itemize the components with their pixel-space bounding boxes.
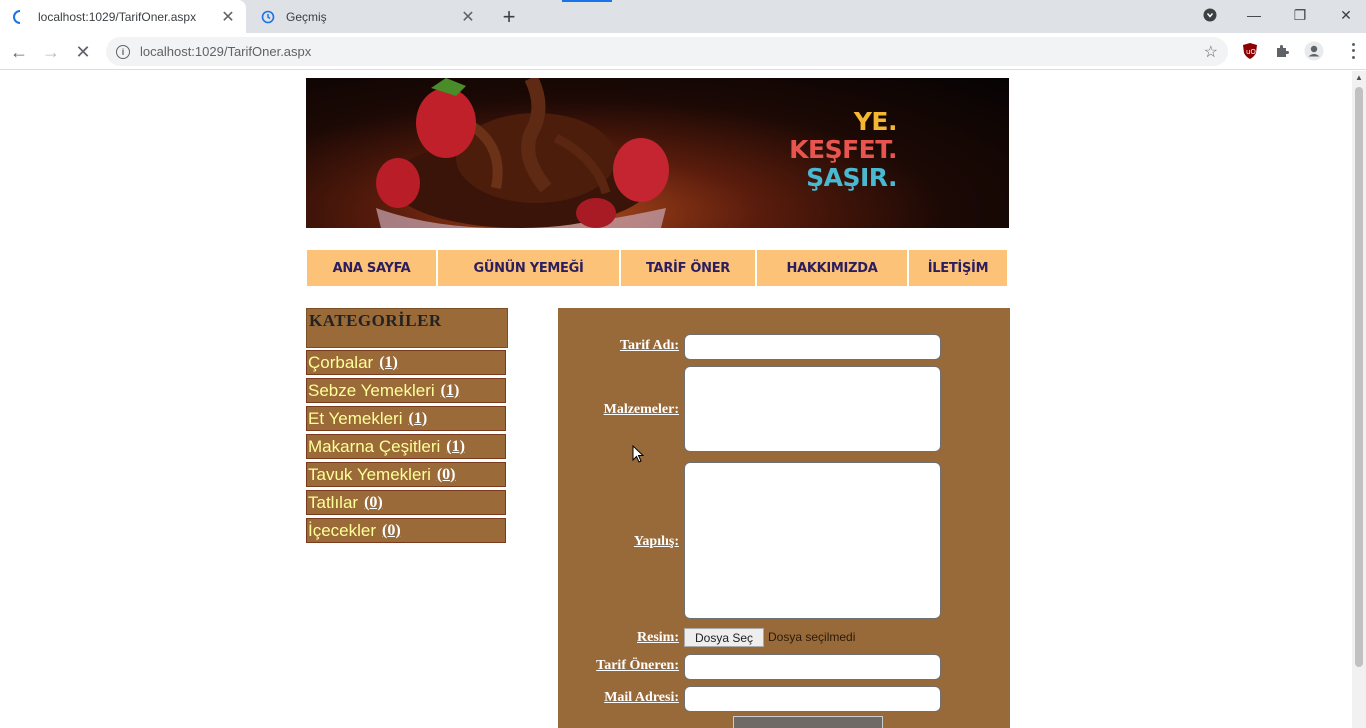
category-label[interactable]: İçecekler bbox=[308, 521, 376, 541]
menu-about[interactable]: HAKKIMIZDA bbox=[756, 249, 908, 287]
loading-spinner-icon bbox=[12, 9, 28, 25]
category-item[interactable]: Çorbalar (1) bbox=[306, 350, 506, 375]
category-item[interactable]: Makarna Çeşitleri (1) bbox=[306, 434, 506, 459]
browser-toolbar: ← → ✕ i localhost:1029/TarifOner.aspx ☆ … bbox=[0, 33, 1366, 70]
forward-icon[interactable]: → bbox=[37, 38, 65, 66]
browser-tab-bar: localhost:1029/TarifOner.aspx ✕ Geçmiş ✕… bbox=[0, 0, 1366, 33]
email-label: Mail Adresi: bbox=[604, 690, 679, 705]
address-bar[interactable]: i localhost:1029/TarifOner.aspx ☆ bbox=[106, 37, 1228, 66]
category-count[interactable]: (0) bbox=[382, 522, 401, 540]
preparation-textarea[interactable] bbox=[684, 462, 941, 619]
minimize-icon[interactable]: — bbox=[1234, 0, 1274, 30]
header-banner: YE. KEŞFET. ŞAŞIR. bbox=[306, 78, 1009, 228]
history-icon bbox=[260, 9, 276, 25]
email-input[interactable] bbox=[684, 686, 941, 712]
category-label[interactable]: Sebze Yemekleri bbox=[308, 381, 435, 401]
svg-text:uO: uO bbox=[1246, 48, 1256, 56]
recipe-name-input[interactable] bbox=[684, 334, 941, 360]
category-label[interactable]: Tavuk Yemekleri bbox=[308, 465, 431, 485]
profile-menu-icon[interactable] bbox=[1190, 0, 1230, 30]
stop-loading-icon[interactable]: ✕ bbox=[69, 38, 97, 66]
category-label[interactable]: Et Yemekleri bbox=[308, 409, 403, 429]
recipe-suggest-form: Tarif Adı: Malzemeler: Yapılış: Resim: D… bbox=[558, 308, 1010, 728]
category-count[interactable]: (0) bbox=[364, 494, 383, 512]
tab-title: Geçmiş bbox=[286, 9, 327, 24]
categories-panel: KATEGORİLER Çorbalar (1) Sebze Yemekleri… bbox=[306, 308, 508, 543]
back-icon[interactable]: ← bbox=[5, 38, 33, 66]
category-item[interactable]: Tatlılar (0) bbox=[306, 490, 506, 515]
tab-title: localhost:1029/TarifOner.aspx bbox=[38, 9, 197, 24]
site-info-icon[interactable]: i bbox=[116, 44, 130, 59]
close-tab-icon[interactable]: ✕ bbox=[218, 7, 238, 27]
choose-file-button[interactable]: Dosya Seç bbox=[684, 628, 764, 647]
category-count[interactable]: (0) bbox=[437, 466, 456, 484]
main-menu: ANA SAYFA GÜNÜN YEMEĞİ TARİF ÖNER HAKKIM… bbox=[306, 249, 1008, 287]
file-status-text: Dosya seçilmedi bbox=[768, 630, 856, 644]
recipe-name-label: Tarif Adı: bbox=[620, 338, 679, 353]
profile-avatar-icon[interactable] bbox=[1304, 41, 1324, 61]
dessert-illustration bbox=[376, 78, 669, 228]
suggester-label: Tarif Öneren: bbox=[596, 658, 679, 673]
ingredients-textarea[interactable] bbox=[684, 366, 941, 452]
preparation-label: Yapılış: bbox=[633, 534, 679, 549]
bookmark-star-icon[interactable]: ☆ bbox=[1204, 42, 1218, 62]
menu-home[interactable]: ANA SAYFA bbox=[306, 249, 437, 287]
slogan-line-3: ŞAŞIR. bbox=[806, 163, 897, 192]
category-label[interactable]: Tatlılar bbox=[308, 493, 358, 513]
browser-menu-icon[interactable] bbox=[1348, 41, 1358, 61]
category-item[interactable]: Sebze Yemekleri (1) bbox=[306, 378, 506, 403]
image-label: Resim: bbox=[637, 630, 679, 645]
category-count[interactable]: (1) bbox=[409, 410, 428, 428]
tab-gecmis[interactable]: Geçmiş ✕ bbox=[248, 0, 486, 33]
close-window-icon[interactable]: ✕ bbox=[1326, 0, 1366, 30]
categories-title: KATEGORİLER bbox=[306, 308, 508, 348]
restore-icon[interactable]: ❐ bbox=[1280, 0, 1320, 30]
category-count[interactable]: (1) bbox=[446, 438, 465, 456]
ublock-extension-icon[interactable]: uO bbox=[1240, 41, 1260, 61]
submit-button[interactable] bbox=[733, 716, 883, 728]
slogan-line-2: KEŞFET. bbox=[789, 135, 897, 164]
category-item[interactable]: Et Yemekleri (1) bbox=[306, 406, 506, 431]
page-viewport: YE. KEŞFET. ŞAŞIR. ANA SAYFA GÜNÜN YEMEĞ… bbox=[0, 71, 1352, 728]
scroll-thumb[interactable] bbox=[1355, 87, 1363, 667]
suggester-input[interactable] bbox=[684, 654, 941, 680]
extensions-puzzle-icon[interactable] bbox=[1272, 41, 1292, 61]
category-count[interactable]: (1) bbox=[441, 382, 460, 400]
category-count[interactable]: (1) bbox=[379, 354, 398, 372]
ingredients-label: Malzemeler: bbox=[603, 402, 679, 417]
close-tab-icon[interactable]: ✕ bbox=[458, 7, 478, 27]
banner-slogan: YE. KEŞFET. ŞAŞIR. bbox=[789, 108, 897, 192]
mouse-cursor-icon bbox=[632, 444, 645, 468]
page-scrollbar[interactable]: ▲ bbox=[1352, 71, 1366, 728]
category-label[interactable]: Çorbalar bbox=[308, 353, 373, 373]
scroll-up-arrow-icon[interactable]: ▲ bbox=[1355, 73, 1363, 82]
tab-tarif-oner[interactable]: localhost:1029/TarifOner.aspx ✕ bbox=[0, 0, 246, 33]
url-text[interactable]: localhost:1029/TarifOner.aspx bbox=[140, 44, 1204, 59]
menu-suggest-recipe[interactable]: TARİF ÖNER bbox=[620, 249, 756, 287]
category-item[interactable]: İçecekler (0) bbox=[306, 518, 506, 543]
new-tab-button[interactable]: + bbox=[496, 4, 522, 30]
loading-bar bbox=[562, 0, 612, 2]
category-label[interactable]: Makarna Çeşitleri bbox=[308, 437, 440, 457]
category-item[interactable]: Tavuk Yemekleri (0) bbox=[306, 462, 506, 487]
menu-dish-of-the-day[interactable]: GÜNÜN YEMEĞİ bbox=[437, 249, 620, 287]
menu-contact[interactable]: İLETİŞİM bbox=[908, 249, 1008, 287]
slogan-line-1: YE. bbox=[853, 107, 898, 136]
